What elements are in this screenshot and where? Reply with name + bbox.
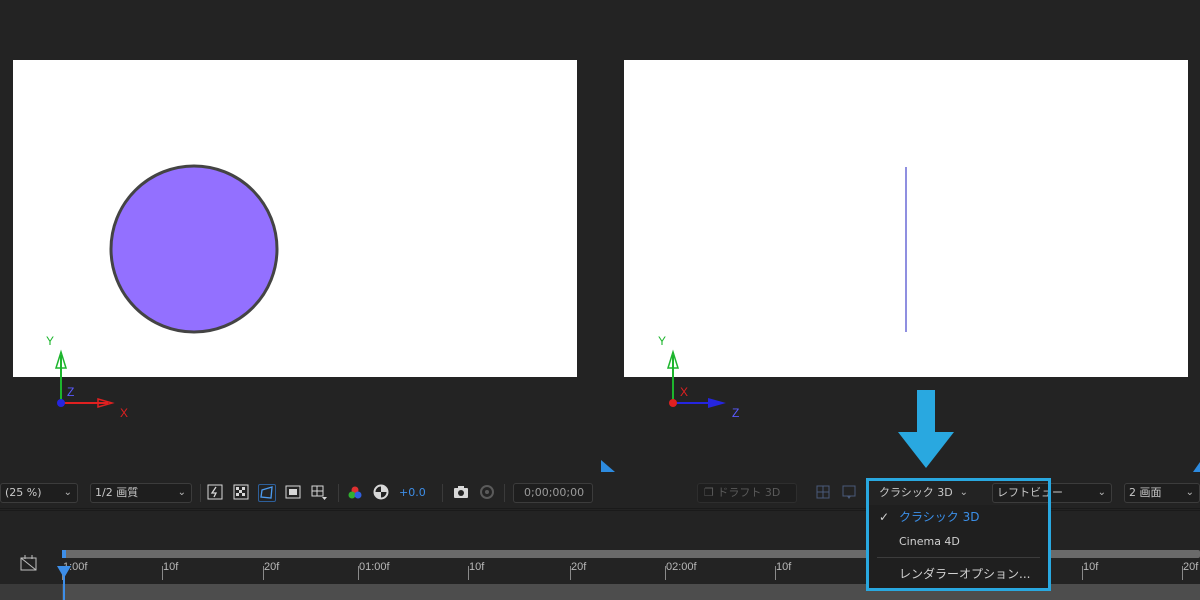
draft-3d-button[interactable]: ❐ ドラフト 3D bbox=[697, 483, 797, 503]
rgb-channel-icon bbox=[348, 486, 362, 499]
grid-guides-button[interactable] bbox=[310, 484, 328, 502]
renderer-dropdown-label: クラシック 3D bbox=[879, 486, 953, 499]
view-dropdown[interactable]: レフトビュー ⌄ bbox=[992, 483, 1112, 503]
y-axis-label: Y bbox=[658, 334, 667, 348]
time-ruler-tick-label: 20f bbox=[264, 561, 280, 573]
layout-dropdown-label: 2 画面 bbox=[1129, 486, 1162, 499]
x-axis-label: X bbox=[680, 385, 689, 399]
transparency-grid-button[interactable] bbox=[232, 484, 250, 502]
annotation-arrow-icon bbox=[898, 390, 954, 468]
renderer-dropdown[interactable]: クラシック 3D ⌄ bbox=[874, 483, 974, 503]
zoom-dropdown-label: (25 %) bbox=[5, 486, 42, 499]
z-axis-arrow-icon bbox=[708, 398, 726, 408]
lightning-icon bbox=[207, 484, 223, 500]
resolution-dropdown-label: 1/2 画質 bbox=[95, 486, 139, 499]
menu-item-label: クラシック 3D bbox=[899, 510, 980, 524]
left-axis-gizmo: Y Z X bbox=[40, 330, 140, 420]
right-axis-gizmo: Y X Z bbox=[652, 330, 752, 420]
fast-preview-button[interactable] bbox=[206, 484, 224, 502]
layout-dropdown[interactable]: 2 画面 ⌄ bbox=[1124, 483, 1200, 503]
region-of-interest-button[interactable] bbox=[284, 484, 302, 502]
renderer-menu-item-renderer-options[interactable]: レンダラーオプション... bbox=[869, 562, 1048, 586]
time-ruler-tick-label: 01:00f bbox=[359, 561, 390, 573]
menu-item-label: Cinema 4D bbox=[899, 535, 960, 548]
chevron-down-icon: ⌄ bbox=[177, 487, 186, 498]
toolbar-divider bbox=[200, 484, 201, 502]
ground-plane-icon bbox=[816, 485, 830, 499]
exposure-value[interactable]: +0.0 bbox=[399, 486, 426, 499]
region-icon bbox=[285, 485, 301, 499]
checker-grid-icon bbox=[233, 484, 249, 500]
grid-guides-icon bbox=[311, 485, 327, 500]
ground-plane-button[interactable] bbox=[814, 484, 832, 502]
show-snapshot-icon bbox=[480, 485, 494, 499]
comp-marker-button[interactable] bbox=[18, 553, 40, 573]
toolbar-divider bbox=[442, 484, 443, 502]
view-dropdown-label: レフトビュー bbox=[997, 486, 1063, 499]
time-ruler-tick-label: 10f bbox=[1083, 561, 1099, 573]
snapshot-button[interactable] bbox=[452, 484, 470, 502]
z-axis-dot bbox=[57, 399, 65, 407]
renderer-menu: ✓ クラシック 3D Cinema 4D レンダラーオプション... bbox=[869, 505, 1048, 588]
renderer-menu-item-classic-3d[interactable]: ✓ クラシック 3D bbox=[869, 505, 1048, 529]
time-ruler-tick-label: 20f bbox=[1183, 561, 1199, 573]
mask-path-icon bbox=[260, 486, 273, 499]
time-ruler-tick-label: 10f bbox=[469, 561, 485, 573]
checkmark-icon: ✓ bbox=[879, 510, 890, 524]
time-ruler-tick-label: 02:00f bbox=[666, 561, 697, 573]
chevron-down-icon: ⌄ bbox=[1185, 487, 1194, 498]
extended-viewer-icon bbox=[842, 485, 856, 499]
extended-viewer-button[interactable] bbox=[840, 484, 858, 502]
viewport-corner-marker-icon bbox=[601, 460, 615, 472]
menu-item-label: レンダラーオプション... bbox=[899, 567, 1031, 581]
toolbar-divider bbox=[338, 484, 339, 502]
playhead[interactable] bbox=[57, 548, 73, 600]
zoom-dropdown[interactable]: (25 %) ⌄ bbox=[0, 483, 78, 503]
y-axis-label: Y bbox=[46, 334, 55, 348]
z-axis-label: Z bbox=[732, 406, 740, 420]
time-ruler-tick-label: 20f bbox=[571, 561, 587, 573]
channel-button[interactable] bbox=[346, 484, 364, 502]
time-ruler-tick-label: 10f bbox=[163, 561, 179, 573]
color-management-button[interactable] bbox=[372, 484, 390, 502]
comp-marker-icon bbox=[20, 555, 37, 571]
toolbar-divider bbox=[504, 484, 505, 502]
mask-visibility-button[interactable] bbox=[258, 484, 276, 502]
circle-shape-layer[interactable] bbox=[109, 164, 279, 334]
draft-3d-label: ドラフト 3D bbox=[717, 486, 781, 499]
chevron-down-icon: ⌄ bbox=[1097, 487, 1106, 498]
time-ruler-tick-label: 10f bbox=[776, 561, 792, 573]
chevron-down-icon: ⌄ bbox=[959, 487, 968, 498]
camera-icon bbox=[454, 486, 468, 498]
timecode-label: 0;00;00;00 bbox=[524, 486, 585, 499]
color-manage-icon bbox=[373, 484, 389, 500]
renderer-menu-item-cinema-4d[interactable]: Cinema 4D bbox=[869, 530, 1048, 554]
draft-3d-cube-icon: ❐ bbox=[704, 486, 714, 499]
show-snapshot-button[interactable] bbox=[478, 484, 496, 502]
x-axis-dot bbox=[669, 399, 677, 407]
menu-separator bbox=[877, 557, 1040, 558]
z-axis-label: Z bbox=[67, 385, 75, 399]
x-axis-label: X bbox=[120, 406, 129, 420]
timecode-display[interactable]: 0;00;00;00 bbox=[513, 483, 593, 503]
viewport-corner-marker-icon bbox=[1193, 462, 1200, 472]
chevron-down-icon: ⌄ bbox=[63, 487, 72, 498]
resolution-dropdown[interactable]: 1/2 画質 ⌄ bbox=[90, 483, 192, 503]
